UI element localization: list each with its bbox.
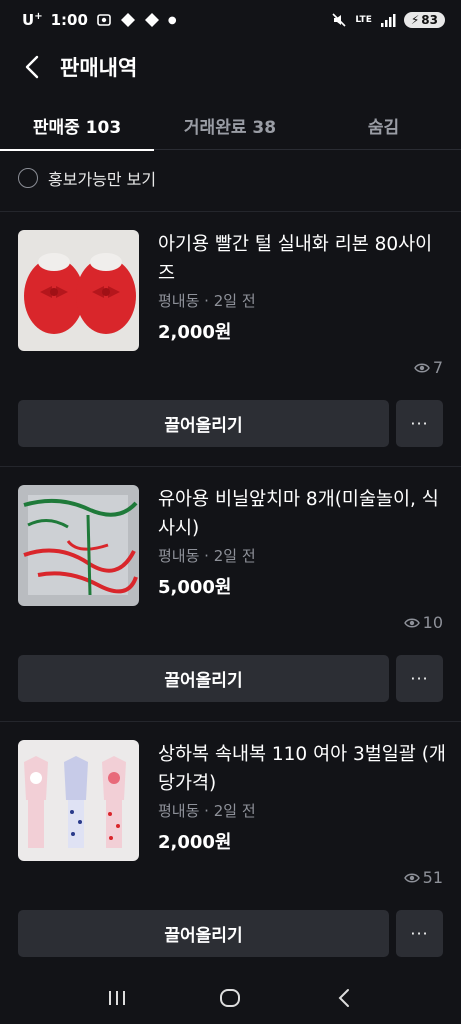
eye-icon bbox=[403, 873, 420, 882]
chevron-left-icon bbox=[25, 55, 39, 79]
item-title[interactable]: 상하복 속내복 110 여아 3벌일괄 (개당가격) bbox=[158, 740, 448, 798]
tab-completed[interactable]: 거래완료 38 bbox=[154, 100, 306, 150]
navigation-icon-2 bbox=[144, 13, 159, 27]
more-options-button[interactable]: ··· bbox=[396, 400, 443, 447]
eye-icon bbox=[403, 618, 420, 627]
item-price: 2,000원 bbox=[158, 832, 232, 853]
list-item[interactable]: 유아용 비닐앞치마 8개(미술놀이, 식사시) 평내동 · 2일 전 5,000… bbox=[0, 485, 461, 739]
carrier-label: U+ bbox=[22, 11, 43, 29]
tab-bar: 판매중 103 거래완료 38 숨김 bbox=[0, 100, 461, 151]
mute-icon bbox=[332, 13, 346, 27]
divider bbox=[0, 466, 461, 467]
clock: 1:00 bbox=[50, 11, 88, 29]
status-bar: U+ 1:00 ● LTE ⚡ 83 bbox=[0, 0, 461, 40]
item-thumbnail[interactable] bbox=[18, 485, 139, 606]
recent-apps-button[interactable] bbox=[97, 978, 137, 1018]
promotable-filter[interactable]: 홍보가능만 보기 bbox=[18, 160, 156, 196]
view-count: 10 bbox=[403, 613, 443, 632]
system-back-button[interactable] bbox=[324, 978, 364, 1018]
item-title[interactable]: 아기용 빨간 털 실내화 리본 80사이즈 bbox=[158, 230, 448, 288]
view-count: 51 bbox=[403, 868, 443, 887]
divider bbox=[0, 721, 461, 722]
page-title: 판매내역 bbox=[60, 56, 138, 80]
item-meta: 평내동 · 2일 전 bbox=[158, 292, 256, 310]
view-count: 7 bbox=[413, 358, 443, 377]
navigation-icon bbox=[120, 13, 135, 27]
more-options-button[interactable]: ··· bbox=[396, 910, 443, 957]
item-thumbnail[interactable] bbox=[18, 230, 139, 351]
recent-apps-icon bbox=[108, 991, 125, 1005]
screenshot-icon bbox=[97, 14, 111, 26]
signal-icon bbox=[380, 14, 396, 27]
item-price: 2,000원 bbox=[158, 322, 232, 343]
bump-button[interactable]: 끌어올리기 bbox=[18, 400, 389, 447]
tab-selling[interactable]: 판매중 103 bbox=[0, 100, 154, 151]
filter-radio[interactable] bbox=[18, 168, 38, 188]
battery-indicator: ⚡ 83 bbox=[403, 12, 445, 28]
vinyl-aprons-photo bbox=[18, 485, 139, 606]
bump-button[interactable]: 끌어올리기 bbox=[18, 655, 389, 702]
item-price: 5,000원 bbox=[158, 577, 232, 598]
red-fluffy-slippers-photo bbox=[18, 230, 139, 351]
network-label: LTE bbox=[355, 15, 372, 25]
dot-icon: ● bbox=[167, 14, 177, 26]
bolt-icon: ⚡ bbox=[410, 13, 420, 27]
tab-hidden[interactable]: 숨김 bbox=[306, 100, 461, 150]
item-thumbnail[interactable] bbox=[18, 740, 139, 861]
more-options-button[interactable]: ··· bbox=[396, 655, 443, 702]
item-title[interactable]: 유아용 비닐앞치마 8개(미술놀이, 식사시) bbox=[158, 485, 448, 543]
back-button[interactable] bbox=[0, 40, 64, 94]
home-icon bbox=[220, 989, 241, 1007]
list-item[interactable]: 아기용 빨간 털 실내화 리본 80사이즈 평내동 · 2일 전 2,000원 … bbox=[0, 230, 461, 484]
app-header: 판매내역 bbox=[0, 40, 461, 94]
divider bbox=[0, 211, 461, 212]
home-button[interactable] bbox=[210, 978, 250, 1018]
item-meta: 평내동 · 2일 전 bbox=[158, 547, 256, 565]
item-meta: 평내동 · 2일 전 bbox=[158, 802, 256, 820]
bump-button[interactable]: 끌어올리기 bbox=[18, 910, 389, 957]
list-item[interactable]: 상하복 속내복 110 여아 3벌일괄 (개당가격) 평내동 · 2일 전 2,… bbox=[0, 740, 461, 994]
system-nav-bar bbox=[0, 972, 461, 1024]
filter-label: 홍보가능만 보기 bbox=[48, 170, 157, 189]
back-icon bbox=[338, 989, 350, 1007]
eye-icon bbox=[413, 363, 430, 372]
kids-pajamas-photo bbox=[18, 740, 139, 861]
